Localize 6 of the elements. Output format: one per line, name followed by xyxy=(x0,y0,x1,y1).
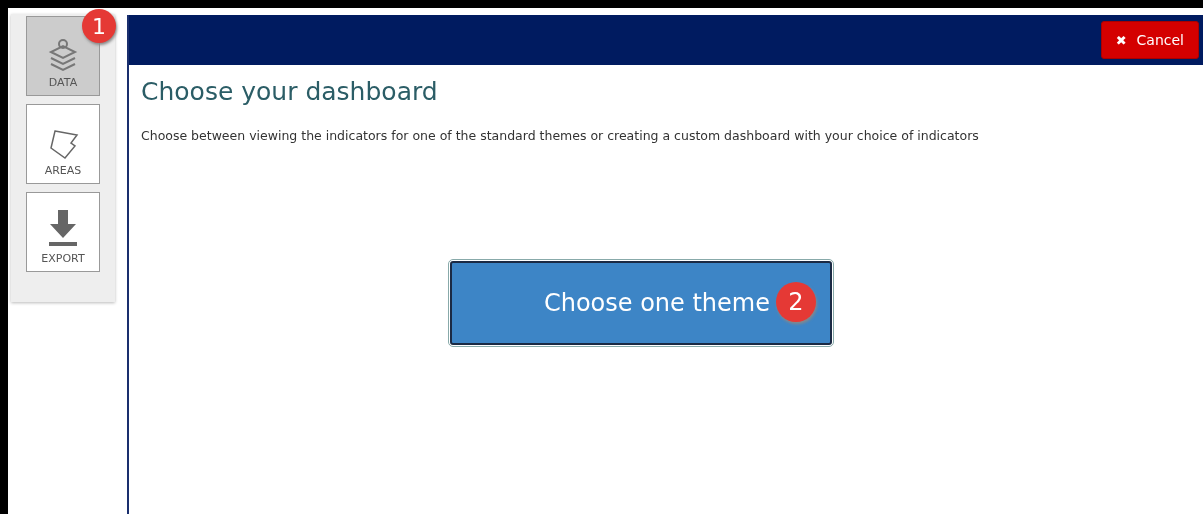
page-title: Choose your dashboard xyxy=(141,77,439,106)
sidebar-button[interactable]: AREAS xyxy=(26,104,100,184)
cancel-button[interactable]: ✖ Cancel xyxy=(1100,21,1199,59)
description-text: Choose between viewing the indicators for one of the standard themes or creating a custom dashboard with your choice of indicators xyxy=(141,128,980,143)
sidebar-button[interactable]: EXPORT xyxy=(26,192,100,272)
step-badge: 1 xyxy=(82,9,116,43)
